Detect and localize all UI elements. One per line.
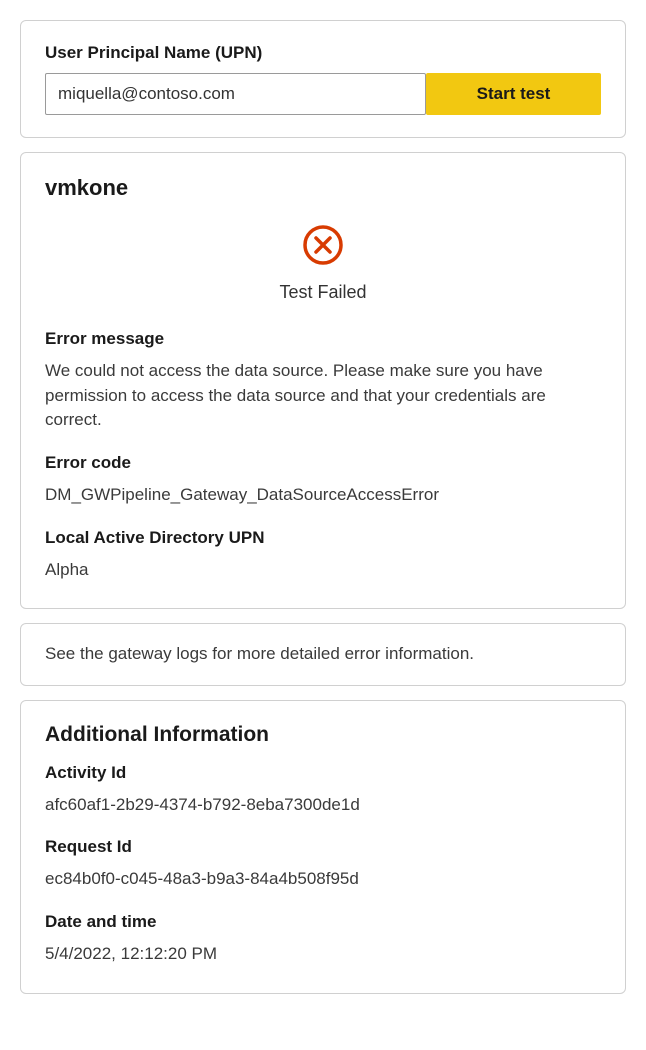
error-code-text: DM_GWPipeline_Gateway_DataSourceAccessEr… xyxy=(45,483,601,508)
activity-id-label: Activity Id xyxy=(45,763,601,783)
request-id-label: Request Id xyxy=(45,837,601,857)
upn-input[interactable] xyxy=(45,73,426,115)
error-message-label: Error message xyxy=(45,329,601,349)
additional-info-title: Additional Information xyxy=(45,723,601,747)
datetime-text: 5/4/2022, 12:12:20 PM xyxy=(45,942,601,967)
local-upn-label: Local Active Directory UPN xyxy=(45,528,601,548)
logs-notice-text: See the gateway logs for more detailed e… xyxy=(45,642,601,667)
status-text: Test Failed xyxy=(279,282,366,303)
datetime-label: Date and time xyxy=(45,912,601,932)
error-message-text: We could not access the data source. Ple… xyxy=(45,359,601,433)
error-x-icon xyxy=(301,223,345,272)
additional-info-card: Additional Information Activity Id afc60… xyxy=(20,700,626,994)
start-test-button[interactable]: Start test xyxy=(426,73,601,115)
status-block: Test Failed xyxy=(45,223,601,303)
upn-card: User Principal Name (UPN) Start test xyxy=(20,20,626,138)
error-code-label: Error code xyxy=(45,453,601,473)
local-upn-text: Alpha xyxy=(45,558,601,583)
request-id-text: ec84b0f0-c045-48a3-b9a3-84a4b508f95d xyxy=(45,867,601,892)
upn-input-row: Start test xyxy=(45,73,601,115)
logs-notice-card: See the gateway logs for more detailed e… xyxy=(20,623,626,686)
result-card: vmkone Test Failed Error message We coul… xyxy=(20,152,626,609)
connection-name: vmkone xyxy=(45,175,601,201)
upn-label: User Principal Name (UPN) xyxy=(45,43,601,63)
activity-id-text: afc60af1-2b29-4374-b792-8eba7300de1d xyxy=(45,793,601,818)
